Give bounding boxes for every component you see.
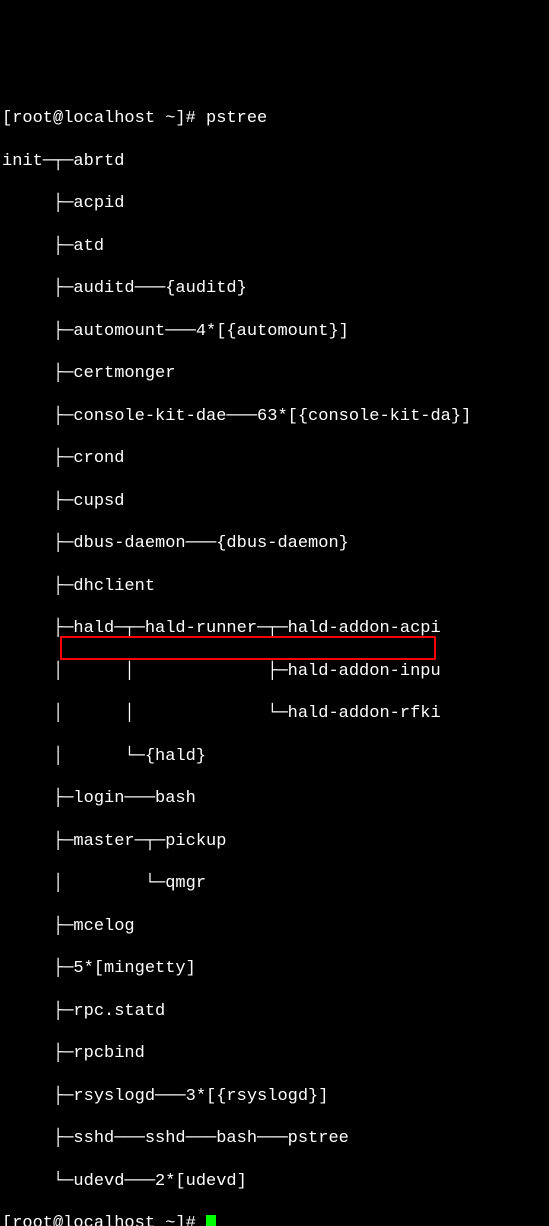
cursor-icon [206, 1215, 216, 1226]
pstree-line: ├─login───bash [2, 788, 547, 809]
pstree-line: ├─master─┬─pickup [2, 831, 547, 852]
pstree-line: ├─cupsd [2, 491, 547, 512]
pstree-line: ├─hald─┬─hald-runner─┬─hald-addon-acpi [2, 618, 547, 639]
command-text: pstree [206, 109, 267, 128]
pstree-line: │ │ └─hald-addon-rfki [2, 703, 547, 724]
pstree-line: ├─console-kit-dae───63*[{console-kit-da}… [2, 406, 547, 427]
pstree-line: ├─mcelog [2, 916, 547, 937]
pstree-line: ├─5*[mingetty] [2, 958, 547, 979]
pstree-line: ├─dbus-daemon───{dbus-daemon} [2, 533, 547, 554]
shell-prompt: [root@localhost ~]# [2, 109, 206, 128]
pstree-line: init─┬─abrtd [2, 151, 547, 172]
pstree-line: ├─rpcbind [2, 1043, 547, 1064]
pstree-line: ├─certmonger [2, 363, 547, 384]
prompt-line[interactable]: [root@localhost ~]# [2, 1213, 547, 1226]
pstree-line: ├─automount───4*[{automount}] [2, 321, 547, 342]
pstree-line: ├─crond [2, 448, 547, 469]
pstree-line: │ └─{hald} [2, 746, 547, 767]
pstree-line: │ │ ├─hald-addon-inpu [2, 661, 547, 682]
pstree-line: ├─dhclient [2, 576, 547, 597]
pstree-line: ├─rpc.statd [2, 1001, 547, 1022]
highlight-rectangle [60, 636, 436, 660]
pstree-line: ├─acpid [2, 193, 547, 214]
command-line: [root@localhost ~]# pstree [2, 108, 547, 129]
pstree-line: │ └─qmgr [2, 873, 547, 894]
pstree-line: ├─rsyslogd───3*[{rsyslogd}] [2, 1086, 547, 1107]
pstree-line: ├─sshd───sshd───bash───pstree [2, 1128, 547, 1149]
shell-prompt: [root@localhost ~]# [2, 1214, 206, 1226]
pstree-line: ├─atd [2, 236, 547, 257]
pstree-line: ├─auditd───{auditd} [2, 278, 547, 299]
terminal-output: [root@localhost ~]# pstree init─┬─abrtd … [2, 87, 547, 1226]
pstree-line: └─udevd───2*[udevd] [2, 1171, 547, 1192]
